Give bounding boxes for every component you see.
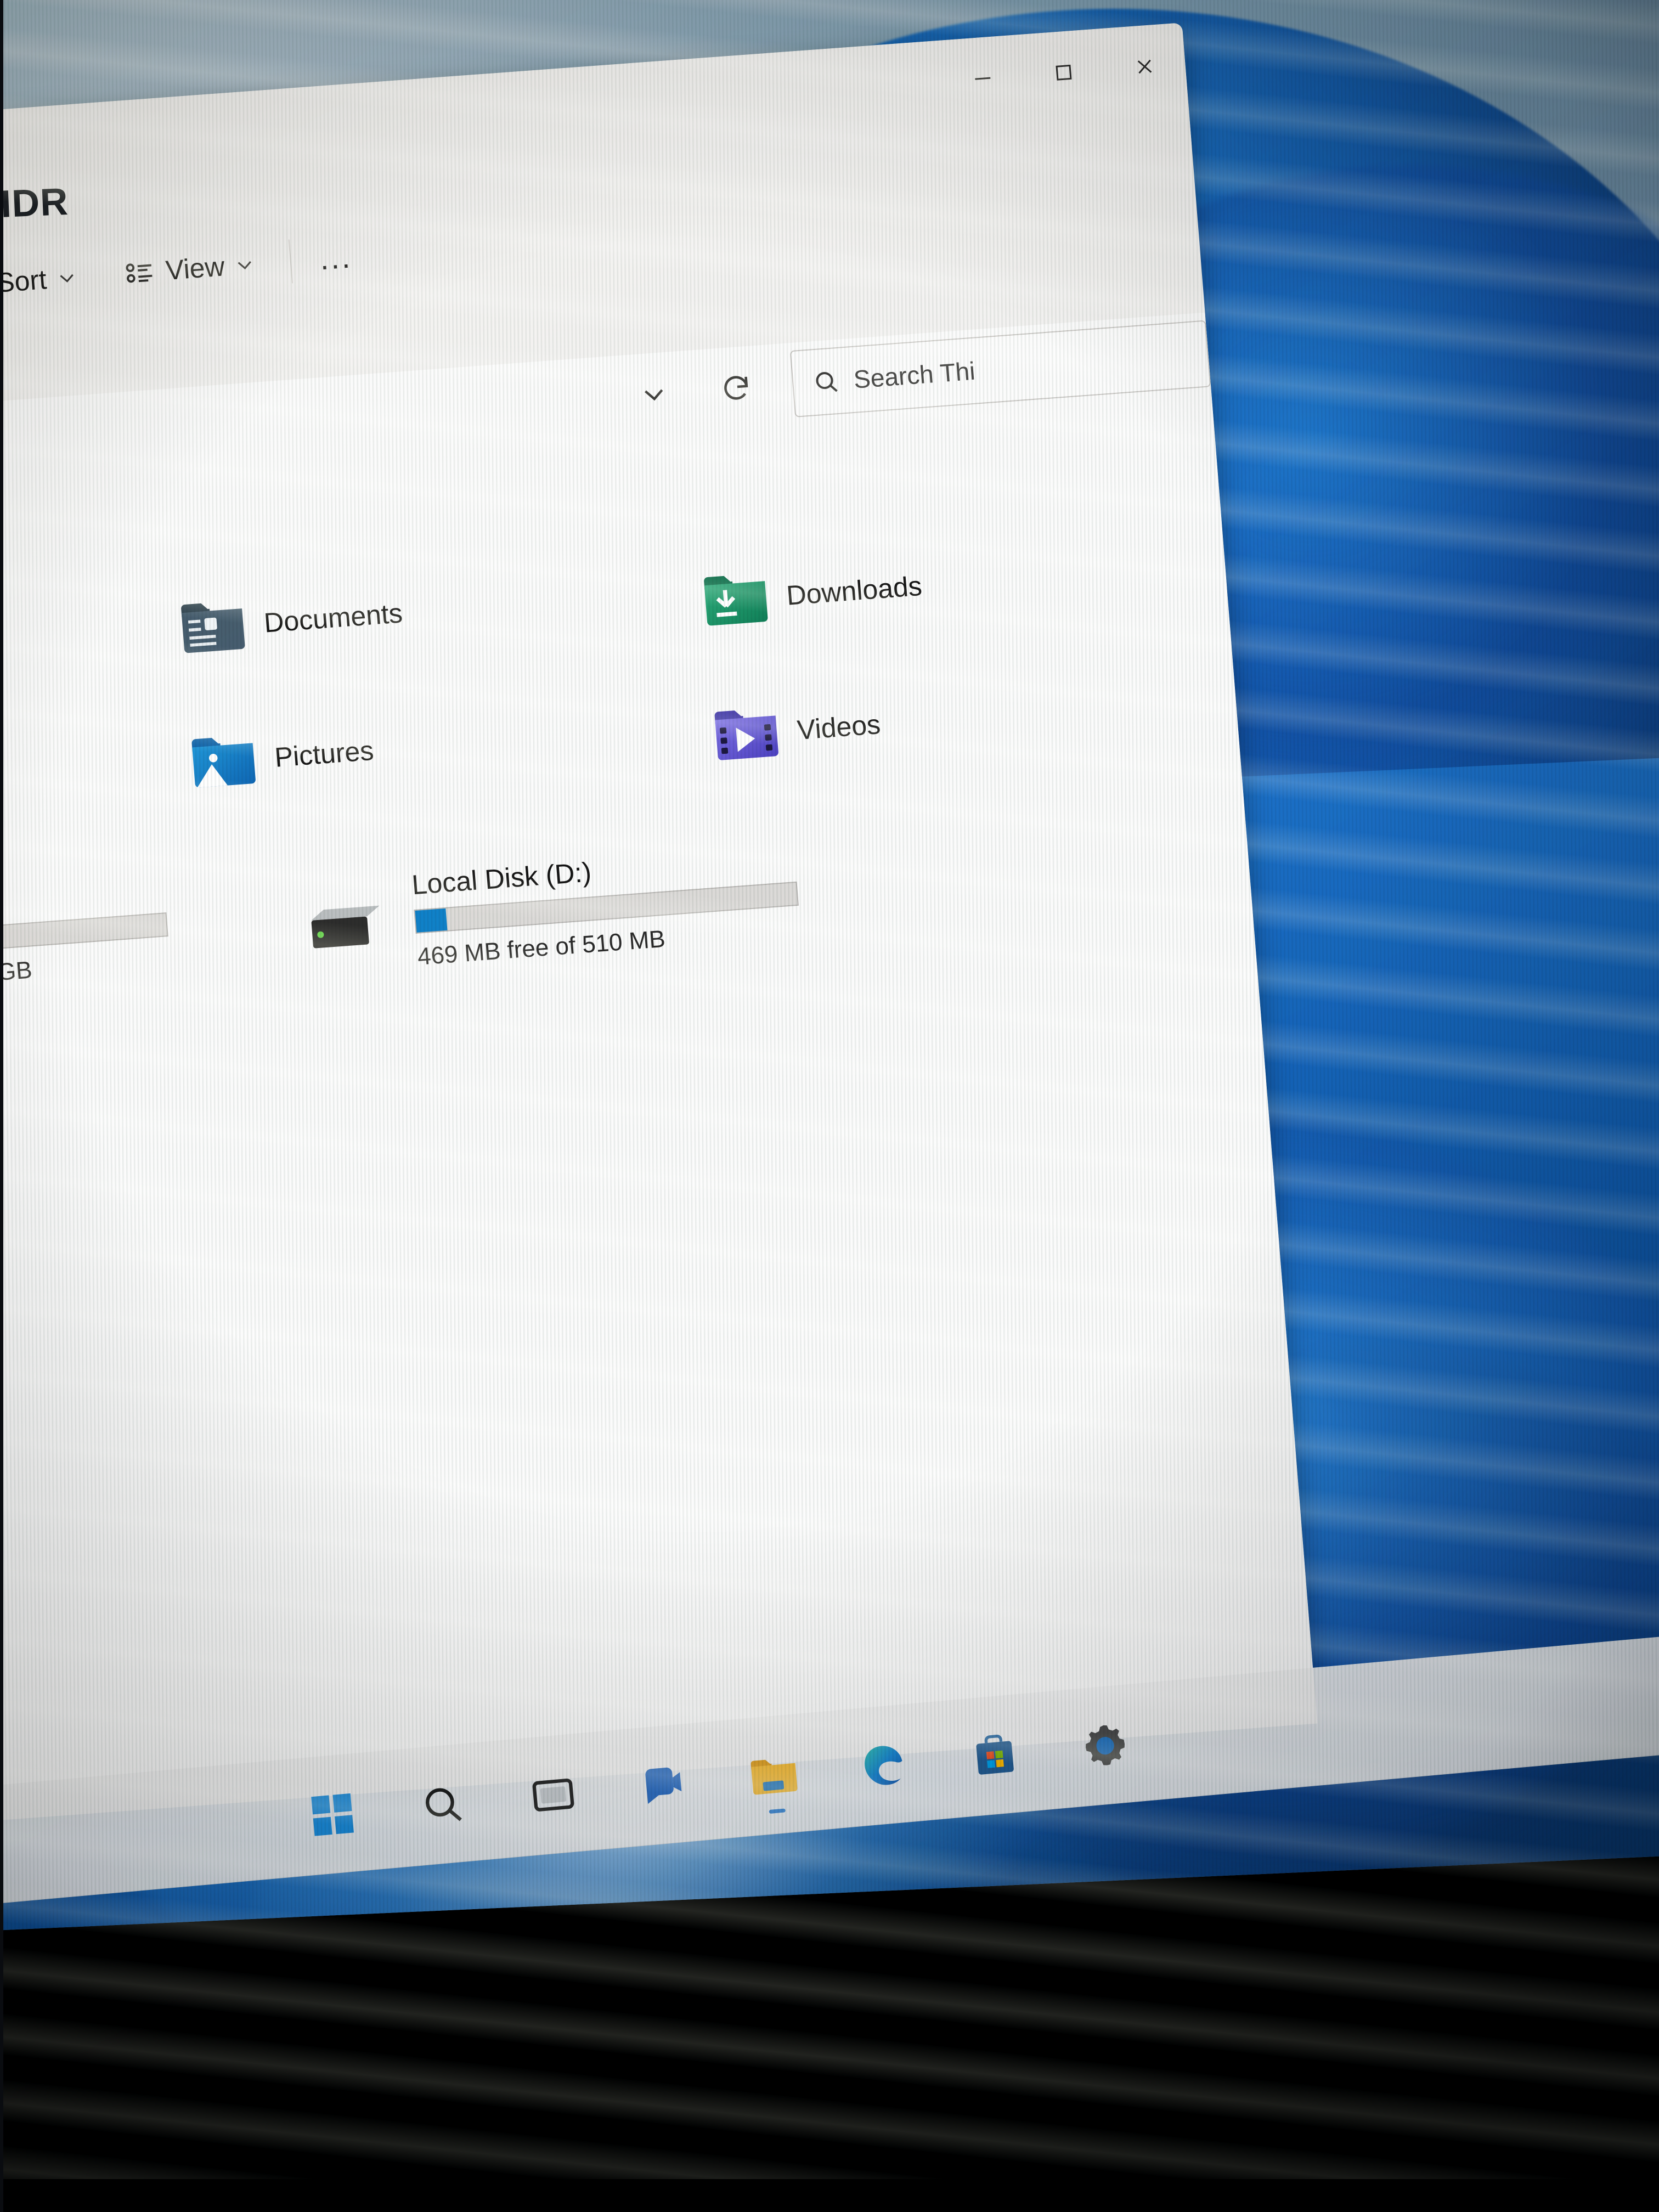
sort-label: Sort: [0, 264, 48, 298]
drive-info: Local Disk (C:) 200 GB free of 231 GB: [0, 870, 171, 1002]
folder-label: Videos: [795, 709, 882, 746]
maximize-button[interactable]: [1020, 29, 1108, 116]
left-bezel: [0, 0, 3, 2212]
folder-label: Downloads: [785, 570, 923, 611]
refresh-button[interactable]: [692, 352, 780, 424]
active-indicator: [769, 1808, 786, 1814]
gear-icon: [1085, 1725, 1125, 1765]
pane-chevron-button[interactable]: [611, 358, 698, 430]
edge-button[interactable]: [853, 1734, 916, 1797]
file-explorer-button[interactable]: [742, 1743, 805, 1814]
view-icon: [126, 263, 153, 283]
toolbar-divider-2: [288, 239, 294, 284]
folder-videos-icon: [714, 710, 778, 760]
windows-logo-icon: [311, 1793, 354, 1836]
hdr-watermark: HDR: [0, 179, 70, 227]
folder-downloads-icon: [703, 575, 768, 626]
start-button[interactable]: [301, 1783, 364, 1846]
sort-button[interactable]: Sort: [0, 247, 93, 315]
settings-button[interactable]: [1074, 1714, 1137, 1777]
search-icon: [426, 1787, 462, 1821]
folder-item-documents[interactable]: Documents: [178, 551, 706, 668]
drive-icon: [298, 868, 403, 957]
task-view-button[interactable]: [522, 1763, 585, 1826]
close-button[interactable]: [1101, 22, 1189, 110]
folder-documents-icon: [181, 603, 245, 653]
minimize-button[interactable]: [939, 35, 1027, 122]
view-button[interactable]: View: [106, 235, 270, 303]
window-controls: [939, 22, 1189, 122]
chevron-down-icon: [645, 389, 663, 401]
file-explorer-window: Sort View ... Search Thi Documents Downl…: [0, 22, 1318, 1846]
chevron-down-icon: [60, 274, 74, 283]
file-explorer-icon: [751, 1759, 798, 1795]
photo-of-monitor: Sort View ... Search Thi Documents Downl…: [0, 0, 1659, 2212]
drive-item-c[interactable]: Local Disk (C:) 200 GB free of 231 GB: [0, 860, 306, 1026]
search-icon: [816, 372, 838, 392]
folder-item-downloads[interactable]: Downloads: [701, 535, 1227, 630]
edge-icon: [865, 1746, 902, 1785]
refresh-icon: [724, 376, 748, 400]
search-button[interactable]: [411, 1773, 475, 1836]
see-more-button[interactable]: ...: [305, 239, 366, 276]
chat-button[interactable]: [632, 1753, 695, 1816]
search-placeholder: Search Thi: [853, 356, 977, 394]
drive-usage-fill: [415, 908, 448, 933]
folder-pictures-icon: [191, 738, 256, 788]
folder-item-desktop[interactable]: Desktop: [0, 568, 184, 707]
task-view-icon: [532, 1778, 574, 1812]
drive-item-d[interactable]: Local Disk (D:) 469 MB free of 510 MB: [298, 829, 935, 979]
drive-info: Local Disk (D:) 469 MB free of 510 MB: [410, 839, 802, 971]
view-label: View: [164, 251, 226, 286]
chat-icon: [645, 1767, 682, 1804]
drive-free-text: 200 GB free of 231 GB: [0, 956, 33, 1001]
content-pane: Search Thi Folders: [0, 312, 1318, 1844]
microsoft-store-icon: [976, 1734, 1014, 1775]
store-button[interactable]: [963, 1724, 1026, 1787]
chevron-down-icon: [238, 261, 252, 270]
folder-label: Documents: [263, 597, 404, 639]
monitor-screen: Sort View ... Search Thi Documents Downl…: [0, 0, 1659, 1935]
folder-label: Pictures: [273, 735, 375, 773]
bottom-bezel: [0, 2179, 1659, 2212]
